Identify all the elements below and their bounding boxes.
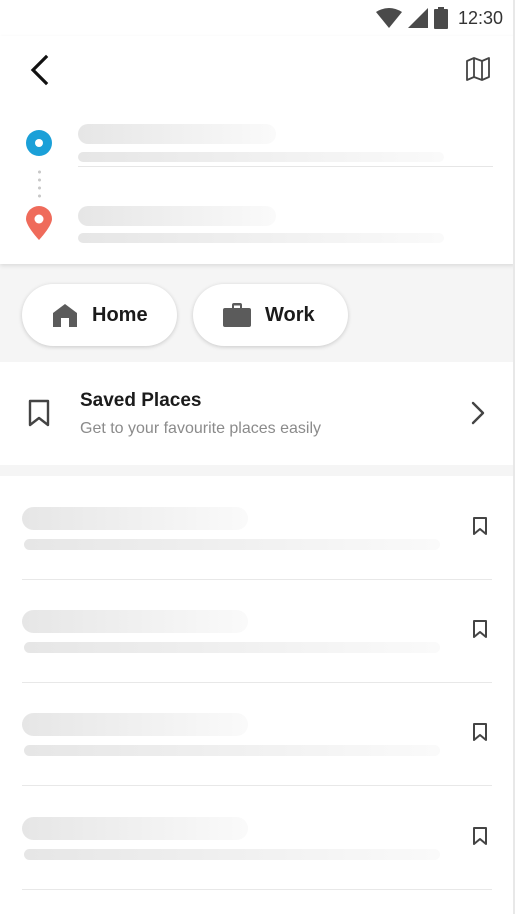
home-icon bbox=[53, 304, 77, 327]
saved-places-title: Saved Places bbox=[80, 390, 202, 411]
origin-input[interactable] bbox=[78, 120, 493, 167]
bookmark-icon[interactable] bbox=[472, 619, 488, 639]
list-item-placeholder-title bbox=[22, 507, 248, 530]
work-shortcut-button[interactable]: Work bbox=[193, 284, 348, 346]
origin-dot-icon bbox=[26, 130, 52, 156]
status-icons: 12:30 bbox=[375, 6, 503, 30]
list-item-placeholder-title bbox=[22, 817, 248, 840]
destination-placeholder-title bbox=[78, 206, 276, 226]
work-shortcut-label: Work bbox=[265, 303, 315, 326]
list-item-placeholder-subtitle bbox=[24, 539, 440, 550]
bookmark-icon[interactable] bbox=[472, 722, 488, 742]
briefcase-icon bbox=[223, 303, 251, 327]
list-item-placeholder-subtitle bbox=[24, 849, 440, 860]
list-item[interactable] bbox=[22, 786, 492, 890]
destination-pin-icon bbox=[26, 206, 52, 240]
battery-icon bbox=[433, 7, 448, 29]
list-item-placeholder-title bbox=[22, 610, 248, 633]
list-item[interactable] bbox=[22, 682, 492, 786]
list-item-placeholder-title bbox=[22, 713, 248, 736]
route-connector bbox=[38, 168, 41, 202]
bookmark-icon bbox=[28, 399, 50, 427]
list-item-placeholder-subtitle bbox=[24, 642, 440, 653]
status-bar: 12:30 bbox=[0, 0, 515, 36]
chevron-right-icon bbox=[471, 401, 485, 425]
map-icon bbox=[466, 57, 490, 81]
saved-places-subtitle: Get to your favourite places easily bbox=[80, 420, 322, 437]
wifi-icon bbox=[375, 8, 402, 28]
saved-places-row[interactable]: Saved Places Get to your favourite place… bbox=[0, 362, 515, 465]
list-item[interactable] bbox=[22, 579, 492, 683]
home-shortcut-label: Home bbox=[92, 303, 148, 326]
status-time: 12:30 bbox=[457, 7, 503, 28]
bookmark-icon[interactable] bbox=[472, 826, 488, 846]
home-shortcut-button[interactable]: Home bbox=[22, 284, 177, 346]
bookmark-icon[interactable] bbox=[472, 516, 488, 536]
destination-input[interactable] bbox=[78, 202, 493, 246]
destination-placeholder-subtitle bbox=[78, 233, 444, 243]
recent-places-list bbox=[0, 476, 515, 914]
map-button[interactable] bbox=[463, 54, 493, 84]
shortcut-chips: Home Work bbox=[0, 264, 515, 362]
origin-placeholder-title bbox=[78, 124, 276, 144]
list-item-placeholder-subtitle bbox=[24, 745, 440, 756]
cell-signal-icon bbox=[407, 8, 428, 28]
back-button[interactable] bbox=[22, 52, 56, 86]
origin-placeholder-subtitle bbox=[78, 152, 444, 162]
list-item[interactable] bbox=[22, 476, 492, 580]
back-arrow-icon bbox=[30, 54, 49, 86]
route-card bbox=[0, 36, 515, 264]
